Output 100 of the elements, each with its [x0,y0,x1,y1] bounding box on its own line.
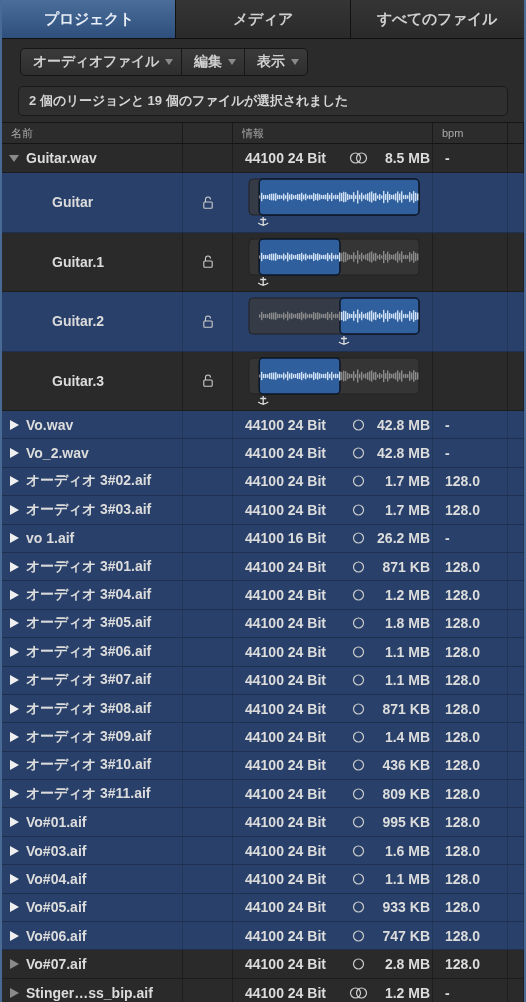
file-row[interactable]: オーディオ 3#01.aif 44100 24 Bit 871 KB 128.0 [2,552,524,582]
bpm-value: 128.0 [445,870,481,887]
file-row[interactable]: オーディオ 3#09.aif 44100 24 Bit 1.4 MB 128.0 [2,723,524,752]
disclosure-triangle-icon[interactable] [8,447,20,460]
disclosure-triangle-icon[interactable] [8,645,20,658]
disclosure-triangle-icon[interactable] [8,418,20,431]
column-header[interactable]: 情報 [233,123,433,143]
tab[interactable]: すべてのファイル [350,0,524,38]
stereo-icon [348,152,370,164]
bpm-value: - [445,530,450,547]
anchor-icon [257,276,269,287]
file-row[interactable]: オーディオ 3#11.aif 44100 24 Bit 809 KB 128.0 [2,780,524,809]
file-row[interactable]: Vo#04.aif 44100 24 Bit 1.1 MB 128.0 [2,865,524,894]
disclosure-triangle-icon[interactable] [8,958,20,971]
disclosure-triangle-icon[interactable] [8,929,20,942]
file-row[interactable]: Vo#01.aif 44100 24 Bit 995 KB 128.0 [2,808,524,837]
file-row[interactable]: オーディオ 3#06.aif 44100 24 Bit 1.1 MB 128.0 [2,638,524,667]
file-name: Stinger…ss_bip.aif [26,984,153,1001]
disclosure-triangle-icon[interactable] [8,702,20,715]
file-row[interactable]: Guitar.wav 44100 24 Bit 8.5 MB - [2,144,524,173]
format-text: 44100 24 Bit [245,927,327,944]
disclosure-triangle-icon[interactable] [8,759,20,772]
stereo-icon [348,986,370,999]
disclosure-triangle-icon[interactable] [8,844,20,857]
file-name: Vo#05.aif [26,899,87,916]
region-name: Guitar.3 [52,372,105,389]
file-size: 1.2 MB [383,587,430,604]
file-row[interactable]: オーディオ 3#05.aif 44100 24 Bit 1.8 MB 128.0 [2,609,524,639]
file-size: 871 KB [381,558,430,575]
bpm-value: - [445,416,450,433]
disclosure-triangle-icon[interactable] [8,503,20,516]
format-text: 44100 24 Bit [245,956,327,973]
region-row[interactable]: Guitar.1 [2,232,524,292]
tab[interactable]: メディア [176,0,351,38]
file-row[interactable]: オーディオ 3#04.aif 44100 24 Bit 1.2 MB 128.0 [2,581,524,610]
region-row[interactable]: Guitar.2 [2,292,524,352]
file-size: 1.7 MB [383,501,430,518]
menu-button[interactable]: 編集 [182,49,245,75]
file-name: Vo#04.aif [26,870,87,887]
format-text: 44100 24 Bit [245,729,327,745]
format-text: 44100 24 Bit [245,814,327,831]
file-row[interactable]: vo 1.aif 44100 16 Bit 26.2 MB - [2,524,524,553]
disclosure-triangle-icon[interactable] [8,816,20,829]
disclosure-triangle-icon[interactable] [8,617,20,630]
file-size: 995 KB [381,814,430,831]
disclosure-triangle-icon[interactable] [8,152,20,164]
disclosure-triangle-icon[interactable] [8,986,20,999]
open-lock-icon[interactable] [202,255,213,269]
disclosure-triangle-icon[interactable] [8,589,20,602]
region-row[interactable]: Guitar.3 [2,351,524,411]
file-row[interactable]: Vo#07.aif 44100 24 Bit 2.8 MB 128.0 [2,950,524,979]
file-row[interactable]: オーディオ 3#02.aif 44100 24 Bit 1.7 MB 128.0 [2,467,524,497]
file-row[interactable]: オーディオ 3#08.aif 44100 24 Bit 871 KB 128.0 [2,694,524,724]
open-lock-icon[interactable] [202,195,213,209]
file-size: 1.1 MB [383,643,430,660]
bpm-value: 128.0 [445,842,481,859]
format-text: 44100 24 Bit [245,587,327,604]
bpm-value: 128.0 [445,473,481,490]
bpm-value: 128.0 [445,956,481,973]
bpm-value: 128.0 [445,587,481,604]
bpm-value: 128.0 [445,899,481,916]
menu-button[interactable]: オーディオファイル [21,49,182,75]
tab[interactable]: プロジェクト [2,0,177,38]
caret-icon [228,59,236,65]
disclosure-triangle-icon[interactable] [8,787,20,800]
file-name: オーディオ 3#02.aif [26,472,152,491]
menu-button[interactable]: 表示 [245,49,307,75]
anchor-icon [257,395,269,406]
file-row[interactable]: Vo#06.aif 44100 24 Bit 747 KB 128.0 [2,922,524,951]
format-text: 44100 24 Bit [245,473,327,490]
file-row[interactable]: オーディオ 3#10.aif 44100 24 Bit 436 KB 128.0 [2,751,524,781]
disclosure-triangle-icon[interactable] [8,901,20,914]
file-row[interactable]: Vo.wav 44100 24 Bit 42.8 MB - [2,411,524,440]
column-header[interactable]: bpm [433,123,508,143]
file-name: オーディオ 3#05.aif [26,614,152,633]
disclosure-triangle-icon[interactable] [8,731,20,743]
file-row[interactable]: オーディオ 3#07.aif 44100 24 Bit 1.1 MB 128.0 [2,666,524,695]
format-text: 44100 24 Bit [245,501,327,518]
format-text: 44100 24 Bit [245,615,327,632]
region-row[interactable]: Guitar [2,173,524,233]
format-text: 44100 24 Bit [245,870,327,887]
caret-icon [291,59,299,65]
open-lock-icon[interactable] [202,374,213,388]
column-header[interactable]: 名前 [2,123,183,143]
file-row[interactable]: オーディオ 3#03.aif 44100 24 Bit 1.7 MB 128.0 [2,496,524,525]
file-size: 747 KB [381,927,430,944]
file-row[interactable]: Vo#03.aif 44100 24 Bit 1.6 MB 128.0 [2,836,524,866]
file-row[interactable]: Vo_2.wav 44100 24 Bit 42.8 MB - [2,439,524,468]
region-name: Guitar [52,194,94,211]
disclosure-triangle-icon[interactable] [8,674,20,687]
file-row[interactable]: Vo#05.aif 44100 24 Bit 933 KB 128.0 [2,893,524,923]
disclosure-triangle-icon[interactable] [8,560,20,573]
file-name: Vo#01.aif [26,814,87,831]
disclosure-triangle-icon[interactable] [8,872,20,885]
bpm-value: 128.0 [445,672,481,689]
disclosure-triangle-icon[interactable] [8,475,20,488]
disclosure-triangle-icon[interactable] [8,532,20,545]
file-name: Vo.wav [26,416,74,433]
file-size: 42.8 MB [376,416,430,433]
open-lock-icon[interactable] [202,314,213,328]
